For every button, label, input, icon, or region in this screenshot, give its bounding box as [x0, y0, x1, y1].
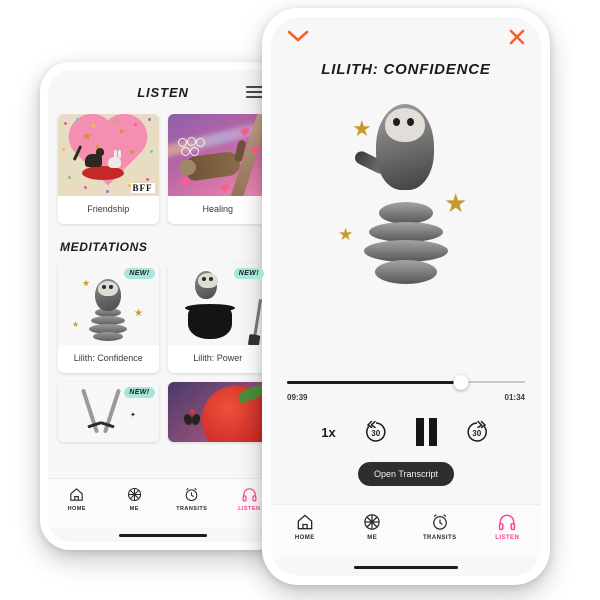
- nav-item-home[interactable]: HOME: [48, 486, 106, 512]
- dagger-figure: [102, 388, 122, 434]
- now-playing-title: LILITH: CONFIDENCE: [321, 61, 491, 78]
- owl-on-cauldron-artwork: NEW!: [167, 263, 268, 345]
- meditations-grid: NEW! ★ ★ ★ Lilith: Confidence NEW! Lilit…: [58, 263, 268, 442]
- pause-button[interactable]: [415, 418, 437, 446]
- owl-body: [376, 104, 434, 190]
- playback-speed-button[interactable]: 1x: [321, 425, 335, 440]
- meditation-card-lilith-confidence[interactable]: NEW! ★ ★ ★ Lilith: Confidence: [58, 263, 159, 373]
- listen-screen: LISTEN ★ ★ ★ BFF Friendship Healing MEDI…: [48, 70, 278, 542]
- stone-stack: [360, 200, 452, 284]
- home-icon: [297, 514, 313, 530]
- player-header: [271, 17, 541, 57]
- listen-scroll-area[interactable]: ★ ★ ★ ★ BFF Friendship: [48, 114, 278, 478]
- nav-label: LISTEN: [238, 506, 261, 512]
- close-icon[interactable]: [509, 29, 525, 45]
- forward-30-button[interactable]: 30: [463, 418, 491, 446]
- featured-card-healing[interactable]: Healing: [167, 114, 268, 224]
- dagger-figure: [80, 388, 100, 434]
- nav-item-home[interactable]: HOME: [271, 512, 339, 541]
- meditation-card-strawberry[interactable]: [167, 382, 268, 442]
- nav-label: HOME: [67, 506, 86, 512]
- stone-stack: [88, 307, 128, 341]
- healing-artwork: [167, 114, 268, 196]
- bff-text: BFF: [130, 183, 155, 193]
- friendship-artwork: ★ ★ ★ ★ BFF: [58, 114, 159, 196]
- star-icon: ★: [82, 278, 91, 288]
- star-icon: ★: [134, 308, 143, 319]
- featured-card-label: Friendship: [87, 204, 130, 215]
- strawberry-artwork: [167, 382, 268, 442]
- nav-item-transits[interactable]: TRANSITS: [406, 512, 474, 541]
- elapsed-time: 09:39: [287, 393, 308, 402]
- new-badge: NEW!: [124, 268, 155, 279]
- forward-seconds: 30: [472, 429, 482, 438]
- new-badge: NEW!: [233, 268, 264, 279]
- nav-label: LISTEN: [495, 535, 520, 541]
- rabbit-figure: [108, 150, 121, 168]
- nav-label: ME: [129, 506, 139, 512]
- star-icon: ✦: [130, 412, 136, 419]
- owl-artwork: ★ ★ ★: [338, 98, 472, 288]
- progress-thumb[interactable]: [453, 374, 469, 390]
- red-rug: [82, 166, 124, 180]
- nav-item-me[interactable]: ME: [339, 512, 407, 541]
- alarm-clock-icon: [432, 514, 447, 530]
- home-icon: [70, 488, 83, 501]
- featured-grid: ★ ★ ★ ★ BFF Friendship: [58, 114, 268, 224]
- star-icon: ★: [338, 225, 354, 244]
- nav-label: HOME: [294, 535, 315, 541]
- alarm-clock-icon: [185, 487, 198, 502]
- nav-label: ME: [367, 535, 378, 541]
- rewind-30-button[interactable]: 30: [362, 418, 390, 446]
- listen-header: LISTEN: [48, 70, 278, 114]
- section-title-meditations: MEDITATIONS: [60, 240, 148, 254]
- owl-on-stones-artwork: NEW! ★ ★ ★: [58, 263, 159, 345]
- phone-mockup-listen: LISTEN ★ ★ ★ BFF Friendship Healing MEDI…: [40, 62, 286, 550]
- butterfly-figure: [184, 409, 200, 426]
- phone-mockup-player: LILITH: CONFIDENCE ★ ★ ★ 09:39 01:34 1x …: [262, 8, 550, 585]
- open-transcript-button[interactable]: Open Transcript: [357, 462, 455, 486]
- nav-item-listen[interactable]: LISTEN: [474, 512, 542, 541]
- screenshot-stage: LISTEN ★ ★ ★ BFF Friendship Healing MEDI…: [0, 0, 600, 600]
- bottom-nav-left: HOME ME TRANSITS LISTEN: [48, 478, 278, 528]
- new-badge: NEW!: [124, 387, 155, 398]
- owl-figure: [194, 271, 218, 299]
- meditation-card-daggers[interactable]: NEW! ✦: [58, 382, 159, 442]
- headphones-icon: [242, 488, 257, 502]
- star-icon: ★: [72, 320, 80, 329]
- rewind-seconds: 30: [371, 429, 381, 438]
- cauldron-figure: [184, 304, 235, 339]
- nav-label: TRANSITS: [176, 506, 208, 512]
- headphones-icon: [499, 514, 516, 531]
- time-labels: 09:39 01:34: [287, 393, 525, 402]
- transport-controls: 1x 30 30: [287, 418, 525, 446]
- page-title: LISTEN: [137, 84, 189, 100]
- featured-card-friendship[interactable]: ★ ★ ★ ★ BFF Friendship: [58, 114, 159, 224]
- cat-figure: [85, 148, 104, 167]
- player-controls: 09:39 01:34 1x 30 30 Open Transcript: [271, 373, 541, 490]
- meditation-card-lilith-power[interactable]: NEW! Lilith: Power: [167, 263, 268, 373]
- owl-figure: [95, 279, 122, 311]
- broom-figure: [252, 299, 263, 339]
- nav-item-transits[interactable]: TRANSITS: [163, 486, 221, 512]
- progress-fill: [287, 380, 461, 384]
- home-indicator: [271, 558, 541, 576]
- wheel-icon: [364, 514, 380, 530]
- transcript-row: Open Transcript: [287, 462, 525, 486]
- star-icon: ★: [352, 116, 372, 141]
- player-artwork: ★ ★ ★: [271, 78, 541, 373]
- nav-label: TRANSITS: [422, 535, 457, 541]
- nav-item-me[interactable]: ME: [106, 486, 164, 512]
- meditation-card-label: Lilith: Power: [193, 353, 243, 364]
- daggers-artwork: NEW! ✦: [58, 382, 159, 442]
- home-indicator: [48, 528, 278, 542]
- featured-card-label: Healing: [202, 204, 234, 215]
- player-screen: LILITH: CONFIDENCE ★ ★ ★ 09:39 01:34 1x …: [271, 17, 541, 576]
- progress-slider[interactable]: [287, 373, 525, 391]
- wheel-icon: [127, 487, 141, 502]
- meditation-card-label: Lilith: Confidence: [73, 353, 143, 364]
- bottom-nav-right: HOME ME TRANSITS LISTEN: [271, 504, 541, 558]
- remaining-time: 01:34: [504, 393, 525, 402]
- chevron-down-icon[interactable]: [287, 29, 309, 43]
